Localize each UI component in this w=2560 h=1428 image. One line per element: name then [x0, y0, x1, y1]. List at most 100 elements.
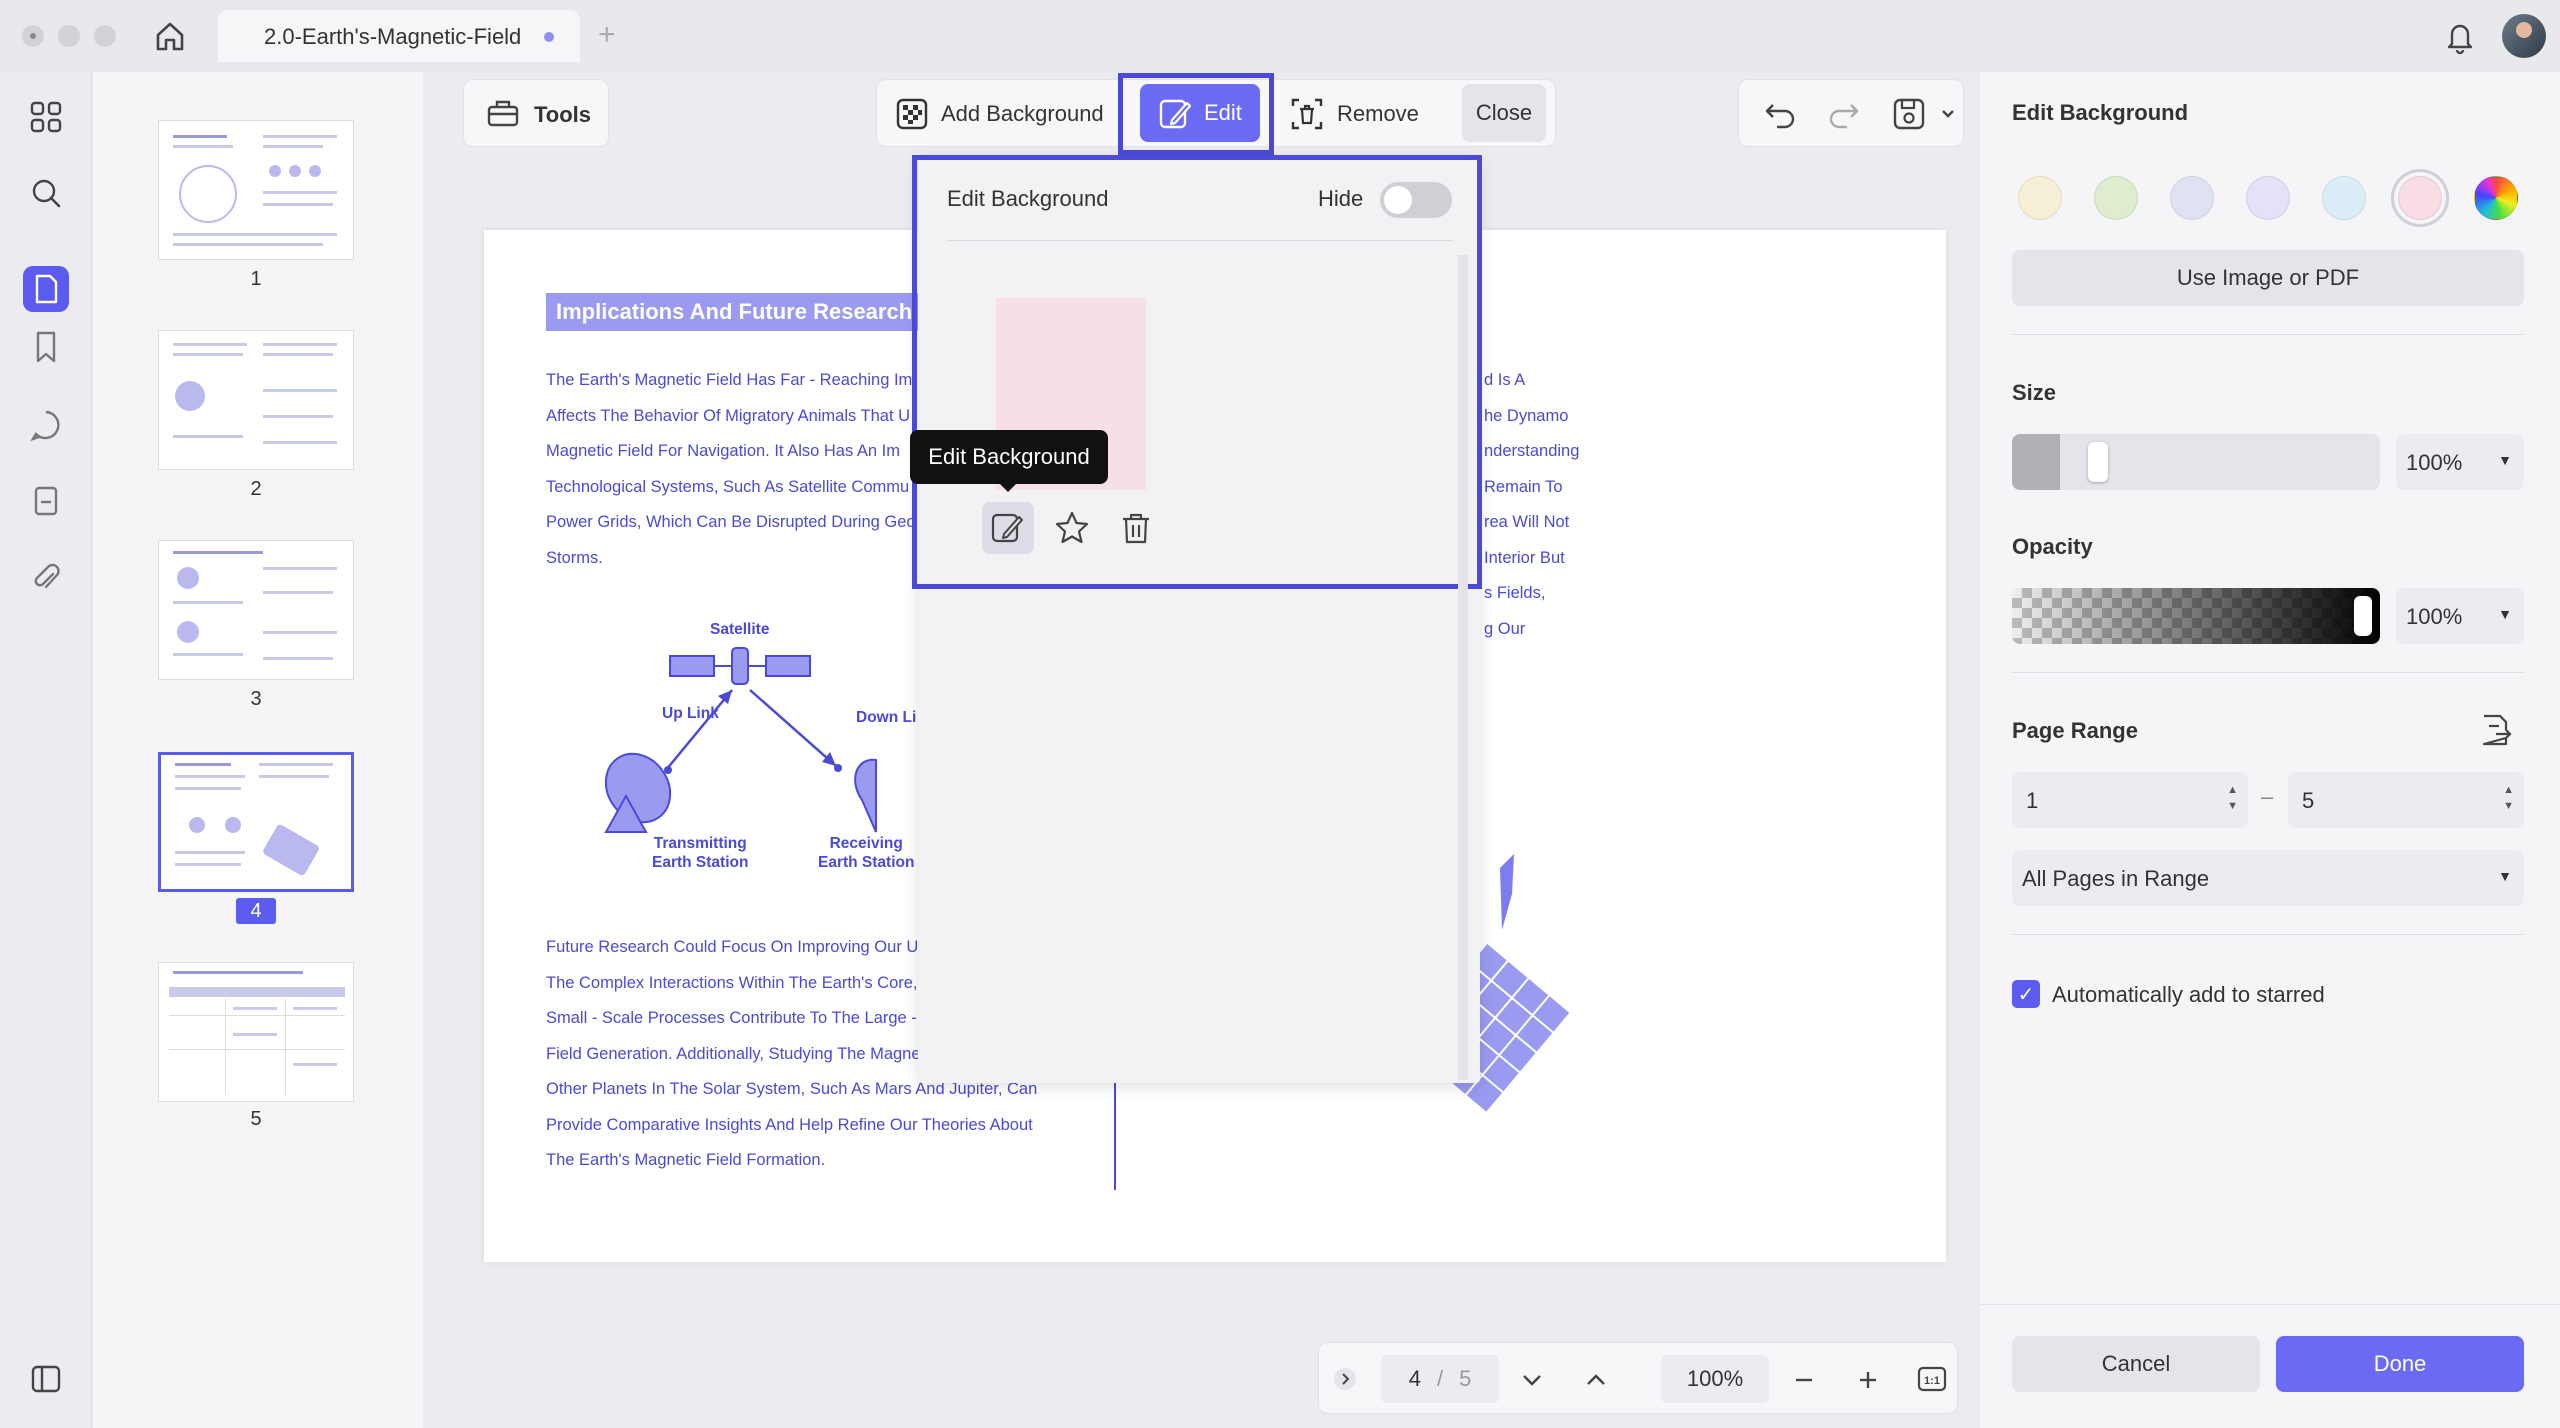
page-thumbnail-3[interactable]: [158, 540, 354, 680]
page-thumbnail-2[interactable]: [158, 330, 354, 470]
size-value: 100%: [2406, 450, 2463, 475]
page-range-settings-icon[interactable]: [2478, 712, 2514, 753]
close-button[interactable]: Close: [1462, 84, 1546, 142]
history-toolbar: [1738, 79, 1964, 147]
zoom-in-icon[interactable]: [1855, 1367, 1881, 1398]
bookmark-icon[interactable]: [23, 324, 69, 370]
range-from-input[interactable]: 1 ▲ ▼: [2012, 772, 2248, 828]
color-swatch-pink[interactable]: [2398, 176, 2442, 220]
notification-bell-icon[interactable]: [2440, 16, 2480, 56]
star-icon: [1054, 510, 1090, 546]
add-background-button[interactable]: Add Background: [895, 80, 1104, 148]
cancel-button[interactable]: Cancel: [2012, 1336, 2260, 1392]
search-icon[interactable]: [23, 170, 69, 216]
opacity-slider-handle[interactable]: [2354, 596, 2372, 636]
size-slider-handle[interactable]: [2088, 442, 2108, 482]
next-page-icon[interactable]: [1519, 1367, 1545, 1398]
range-to-input[interactable]: 5 ▲ ▼: [2288, 772, 2524, 828]
previous-page-icon[interactable]: [1583, 1367, 1609, 1398]
page-range-label: Page Range: [2012, 718, 2138, 743]
done-button[interactable]: Done: [2276, 1336, 2524, 1392]
opacity-value: 100%: [2406, 604, 2463, 629]
star-background-button[interactable]: [1046, 502, 1098, 554]
edit-pencil-icon: [990, 510, 1026, 546]
chevron-down-icon[interactable]: [1939, 104, 1957, 127]
comment-icon[interactable]: [23, 402, 69, 448]
window-zoom-button[interactable]: [94, 25, 116, 47]
auto-star-checkbox[interactable]: ✓: [2012, 980, 2040, 1008]
stepper-icon[interactable]: ▲ ▼: [2503, 782, 2514, 814]
svg-text:1:1: 1:1: [1924, 1375, 1940, 1387]
window-minimize-button[interactable]: [58, 25, 80, 47]
document-tab[interactable]: 2.0-Earth's-Magnetic-Field: [218, 10, 580, 62]
thumbnail-label-3: 3: [250, 688, 262, 710]
tools-button[interactable]: Tools: [463, 79, 609, 147]
current-page: 4: [1408, 1366, 1421, 1391]
page-thumbnail-1[interactable]: [158, 120, 354, 260]
color-swatch-light-blue[interactable]: [2322, 176, 2366, 220]
diagram-label-transmitting: Transmitting Earth Station: [652, 835, 749, 871]
toolbox-icon: [486, 96, 520, 135]
range-dash: –: [2261, 784, 2274, 809]
color-swatch-cream[interactable]: [2018, 176, 2062, 220]
sidebar-toggle-icon[interactable]: [23, 1356, 69, 1402]
add-background-label: Add Background: [941, 101, 1104, 126]
chevron-right-icon[interactable]: [1333, 1367, 1357, 1396]
popover-title: Edit Background: [947, 186, 1109, 211]
size-percent-select[interactable]: 100% ▼: [2396, 434, 2524, 490]
form-icon[interactable]: [23, 478, 69, 524]
stepper-icon[interactable]: ▲ ▼: [2227, 782, 2238, 814]
actual-size-icon[interactable]: 1:1: [1917, 1365, 1947, 1398]
page-thumbnail-5[interactable]: [158, 962, 354, 1102]
redo-icon[interactable]: [1827, 97, 1861, 136]
page-number-field[interactable]: 4 / 5: [1381, 1355, 1499, 1403]
panel-title: Edit Background: [2012, 100, 2189, 125]
popover-scrollbar[interactable]: [1458, 255, 1468, 1080]
popover-divider: [947, 240, 1453, 241]
attachment-icon[interactable]: [23, 554, 69, 600]
remove-background-icon: [1289, 96, 1325, 132]
edit-button-highlight: [1118, 73, 1274, 155]
window-close-button[interactable]: [22, 25, 44, 47]
page-separator: /: [1436, 1366, 1444, 1391]
size-slider[interactable]: [2012, 434, 2380, 490]
left-tool-rail: [0, 72, 92, 1428]
color-swatch-green[interactable]: [2094, 176, 2138, 220]
delete-background-button[interactable]: [1110, 502, 1162, 554]
new-tab-icon[interactable]: +: [598, 18, 616, 52]
use-image-or-pdf-button[interactable]: Use Image or PDF: [2012, 250, 2524, 306]
zoom-level-field[interactable]: 100%: [1661, 1355, 1769, 1403]
apps-grid-icon[interactable]: [23, 94, 69, 140]
opacity-percent-select[interactable]: 100% ▼: [2396, 588, 2524, 644]
diagram-label-uplink: Up Link: [662, 705, 719, 722]
edit-background-item-button[interactable]: [982, 502, 1034, 554]
color-swatch-blue-gray[interactable]: [2170, 176, 2214, 220]
range-to-value: 5: [2302, 788, 2315, 813]
color-swatch-lavender[interactable]: [2246, 176, 2290, 220]
hide-toggle[interactable]: [1380, 182, 1452, 218]
diagram-label-downlink: Down Li: [856, 709, 917, 726]
pages-icon[interactable]: [23, 266, 69, 312]
remove-background-button[interactable]: Remove: [1289, 80, 1419, 148]
total-pages: 5: [1459, 1366, 1472, 1391]
thumbnail-label-2: 2: [250, 478, 262, 500]
zoom-out-icon[interactable]: [1791, 1367, 1817, 1398]
custom-color-picker-icon[interactable]: [2474, 176, 2518, 220]
thumbnail-label-5: 5: [250, 1108, 262, 1130]
home-icon[interactable]: [150, 16, 190, 56]
opacity-label: Opacity: [2012, 534, 2093, 559]
pages-in-range-select[interactable]: All Pages in Range ▼: [2012, 850, 2524, 906]
page-thumbnail-4[interactable]: [158, 752, 354, 892]
save-icon[interactable]: [1891, 96, 1927, 137]
edit-background-tooltip: Edit Background: [910, 430, 1108, 492]
undo-icon[interactable]: [1763, 97, 1797, 136]
range-from-value: 1: [2026, 788, 2039, 813]
opacity-slider[interactable]: [2012, 588, 2380, 644]
document-heading: Implications And Future Research: [546, 293, 923, 331]
thumbnail-scrollbar[interactable]: [424, 72, 436, 1428]
tools-label: Tools: [534, 102, 592, 127]
select-arrow-icon: ▼: [2498, 452, 2512, 468]
diagram-label-satellite: Satellite: [710, 621, 770, 638]
user-avatar[interactable]: [2502, 14, 2546, 58]
title-bar: 2.0-Earth's-Magnetic-Field +: [0, 0, 2560, 72]
